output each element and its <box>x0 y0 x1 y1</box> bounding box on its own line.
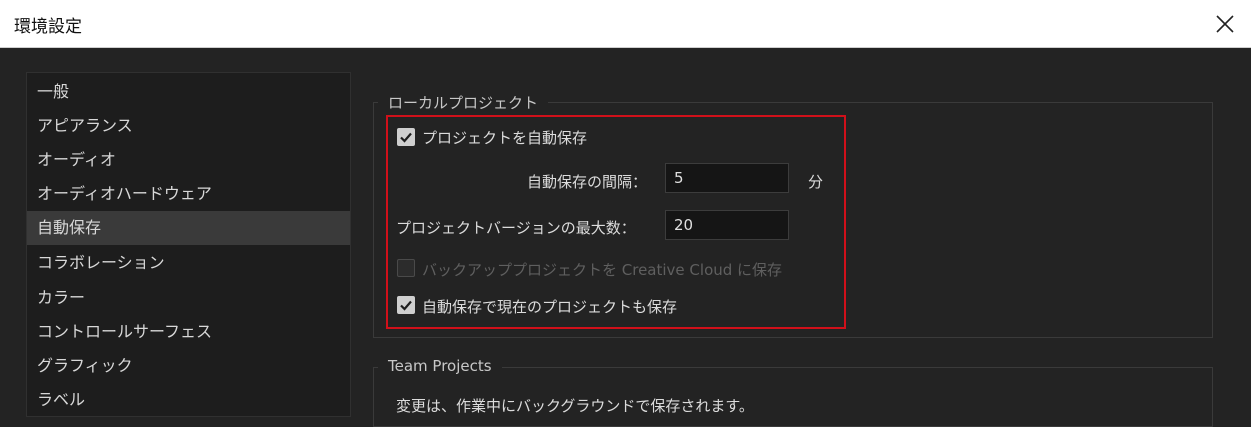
backup-creative-cloud-checkbox[interactable] <box>397 259 415 277</box>
preferences-sidebar: 一般 アピアランス オーディオ オーディオハードウェア 自動保存 コラボレーショ… <box>26 72 351 417</box>
window-title: 環境設定 <box>14 17 82 37</box>
local-project-title: ローカルプロジェクト <box>378 92 549 113</box>
sidebar-item-audio-hardware[interactable]: オーディオハードウェア <box>27 177 350 211</box>
auto-save-checkbox[interactable] <box>397 128 415 146</box>
team-projects-title: Team Projects <box>378 357 502 375</box>
sidebar-item-audio[interactable]: オーディオ <box>27 143 350 177</box>
interval-unit: 分 <box>808 173 824 191</box>
sidebar-item-collaboration[interactable]: コラボレーション <box>27 246 350 280</box>
checkmark-icon <box>400 300 412 311</box>
max-versions-label: プロジェクトバージョンの最大数： <box>396 219 636 237</box>
max-versions-input[interactable] <box>665 210 789 240</box>
sidebar-item-labels[interactable]: ラベル <box>27 383 350 417</box>
close-button[interactable] <box>1209 8 1241 40</box>
sidebar-item-graphics[interactable]: グラフィック <box>27 349 350 383</box>
sidebar-item-auto-save[interactable]: 自動保存 <box>27 211 350 245</box>
sidebar-item-appearance[interactable]: アピアランス <box>27 109 350 143</box>
close-icon <box>1216 15 1234 33</box>
team-projects-description: 変更は、作業中にバックグラウンドで保存されます。 <box>396 397 754 415</box>
interval-label: 自動保存の間隔： <box>527 173 648 191</box>
checkmark-icon <box>400 132 412 143</box>
save-current-project-checkbox[interactable] <box>397 296 415 314</box>
backup-creative-cloud-label: バックアッププロジェクトを Creative Cloud に保存 <box>422 261 783 279</box>
sidebar-item-color[interactable]: カラー <box>27 281 350 315</box>
save-current-project-label: 自動保存で現在のプロジェクトも保存 <box>422 298 678 316</box>
sidebar-item-control-surface[interactable]: コントロールサーフェス <box>27 315 350 349</box>
auto-save-label: プロジェクトを自動保存 <box>422 129 588 147</box>
sidebar-item-general[interactable]: 一般 <box>27 75 350 109</box>
title-bar: 環境設定 <box>0 0 1251 48</box>
auto-save-interval-input[interactable] <box>665 163 789 193</box>
